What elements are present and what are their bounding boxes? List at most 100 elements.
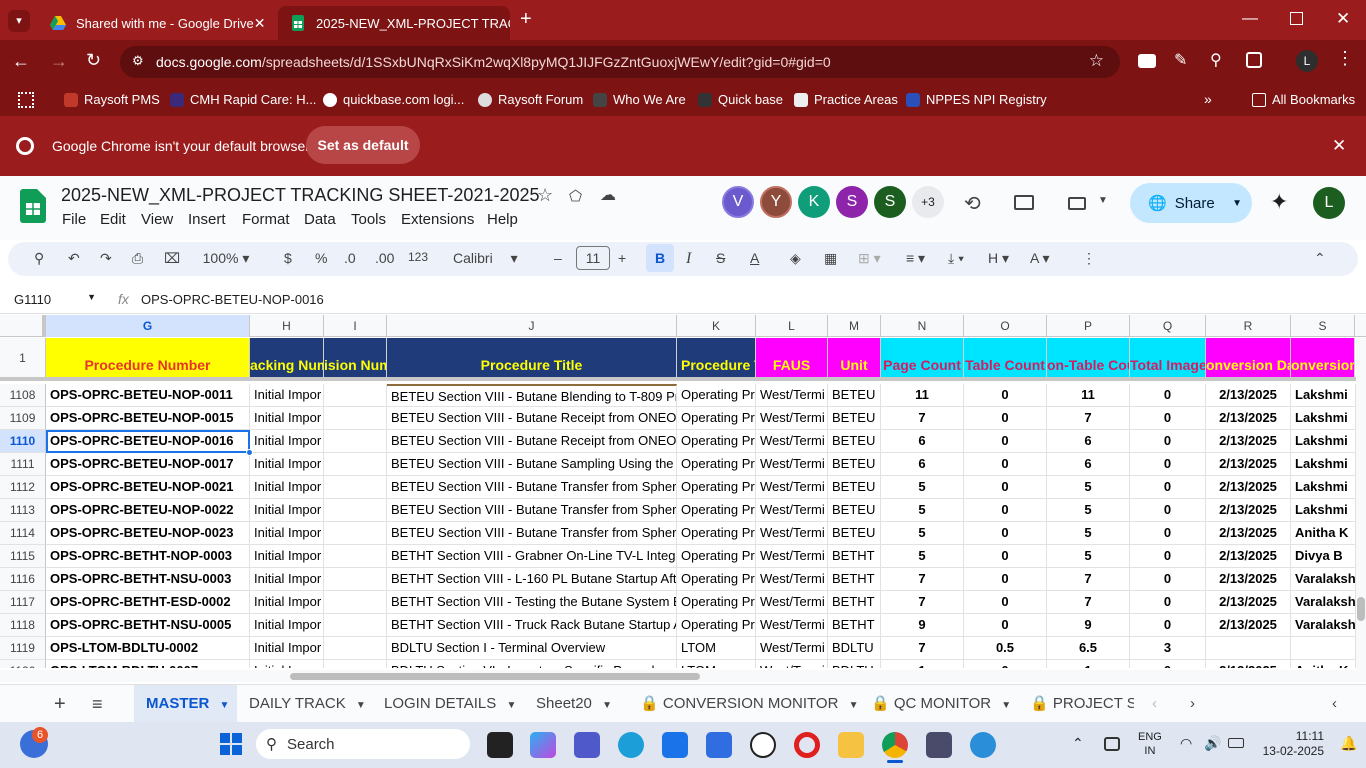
cell-revision-number[interactable] bbox=[324, 499, 387, 522]
cell-total-images[interactable]: 3 bbox=[1130, 637, 1206, 660]
font-select[interactable]: Calibri ▾ bbox=[453, 250, 533, 267]
collaborator-avatar[interactable]: K bbox=[798, 186, 830, 218]
chevron-down-icon[interactable]: ▼ bbox=[1001, 700, 1011, 711]
column-header-i[interactable]: I bbox=[324, 315, 387, 337]
cell-total-images[interactable]: 0 bbox=[1130, 522, 1206, 545]
cloud-status-icon[interactable]: ☁ bbox=[600, 185, 616, 205]
bookmark-who-we-are[interactable]: Who We Are bbox=[593, 92, 686, 107]
back-icon[interactable]: ← bbox=[12, 51, 30, 72]
merge-cells-icon[interactable]: ⊞ ▾ bbox=[858, 250, 881, 267]
column-header-j[interactable]: J bbox=[387, 315, 677, 337]
row-header[interactable]: 1113 bbox=[0, 499, 46, 522]
add-sheet-icon[interactable]: + bbox=[54, 685, 66, 723]
close-icon[interactable]: ✕ bbox=[254, 15, 266, 32]
sheets-logo-icon[interactable] bbox=[20, 189, 46, 223]
file-explorer-icon[interactable] bbox=[838, 732, 864, 758]
star-icon[interactable]: ☆ bbox=[537, 185, 553, 206]
formula-input[interactable]: OPS-OPRC-BETEU-NOP-0016 bbox=[141, 292, 324, 307]
cell-table-count[interactable]: 0 bbox=[964, 453, 1047, 476]
row-header[interactable]: 1108 bbox=[0, 384, 46, 407]
document-title[interactable]: 2025-NEW_XML-PROJECT TRACKING SHEET-2021… bbox=[61, 185, 540, 206]
cell-procedure-number[interactable]: OPS-OPRC-BETEU-NOP-0015 bbox=[46, 407, 250, 430]
column-header-m[interactable]: M bbox=[828, 315, 881, 337]
borders-icon[interactable]: ▦ bbox=[824, 250, 837, 267]
vertical-scroll-thumb[interactable] bbox=[1357, 597, 1365, 621]
collaborator-avatar[interactable]: S bbox=[874, 186, 906, 218]
menu-view[interactable]: View bbox=[141, 211, 173, 228]
cell-non-table-count[interactable]: 5 bbox=[1047, 545, 1130, 568]
cell-unit[interactable]: BETHT bbox=[828, 614, 881, 637]
undo-icon[interactable]: ↶ bbox=[68, 250, 80, 267]
zoom-icon[interactable]: ⚲ bbox=[1210, 50, 1222, 70]
header-total-images[interactable]: Total Images bbox=[1130, 338, 1206, 378]
new-tab-icon[interactable]: + bbox=[520, 8, 532, 31]
cell-total-images[interactable]: 0 bbox=[1130, 591, 1206, 614]
cell-procedure-type[interactable]: Operating Pr bbox=[677, 476, 756, 499]
cell-procedure-number[interactable]: OPS-OPRC-BETEU-NOP-0022 bbox=[46, 499, 250, 522]
cell-tracking-number[interactable]: Initial Impor bbox=[250, 476, 324, 499]
cell-conversion-date[interactable]: 2/13/2025 bbox=[1206, 522, 1291, 545]
cell-tracking-number[interactable]: Initial Impor bbox=[250, 614, 324, 637]
cell-conversion-by[interactable]: Anitha K bbox=[1291, 660, 1356, 668]
column-header-p[interactable]: P bbox=[1047, 315, 1130, 337]
chevron-down-icon[interactable]: ▼ bbox=[1232, 198, 1242, 209]
cell-revision-number[interactable] bbox=[324, 637, 387, 660]
more-menu-icon[interactable]: ⋮ bbox=[1336, 48, 1354, 69]
share-button[interactable]: 🌐 Share ▼ bbox=[1130, 183, 1252, 223]
cell-conversion-by[interactable]: Lakshmi bbox=[1291, 453, 1356, 476]
cell-non-table-count[interactable]: 9 bbox=[1047, 614, 1130, 637]
more-formats-button[interactable]: 123 bbox=[408, 250, 428, 264]
cell-non-table-count[interactable]: 7 bbox=[1047, 591, 1130, 614]
cell-table-count[interactable]: 0 bbox=[964, 614, 1047, 637]
cell-unit[interactable]: BETEU bbox=[828, 499, 881, 522]
cell-page-count[interactable]: 7 bbox=[881, 591, 964, 614]
cell-tracking-number[interactable]: Initial Impor bbox=[250, 568, 324, 591]
cell-table-count[interactable]: 0 bbox=[964, 476, 1047, 499]
vertical-align-icon[interactable]: ⤓ ▾ bbox=[948, 250, 964, 267]
close-infobar-icon[interactable]: ✕ bbox=[1332, 136, 1346, 156]
row-header[interactable]: 1118 bbox=[0, 614, 46, 637]
cell-procedure-type[interactable]: LTOM bbox=[677, 660, 756, 668]
cell-conversion-date[interactable]: 2/13/2025 bbox=[1206, 407, 1291, 430]
text-color-button[interactable]: A bbox=[750, 250, 759, 266]
cell-conversion-date[interactable]: 2/13/2025 bbox=[1206, 384, 1291, 407]
column-header-r[interactable]: R bbox=[1206, 315, 1291, 337]
cell-revision-number[interactable] bbox=[324, 522, 387, 545]
cell-tracking-number[interactable]: Initial Impor bbox=[250, 660, 324, 668]
cell-procedure-type[interactable]: Operating Pr bbox=[677, 545, 756, 568]
cell-total-images[interactable]: 0 bbox=[1130, 545, 1206, 568]
cell-unit[interactable]: BETHT bbox=[828, 568, 881, 591]
bookmark-quick-base[interactable]: Quick base bbox=[698, 92, 783, 107]
cell-tracking-number[interactable]: Initial Impor bbox=[250, 430, 324, 453]
cell-conversion-date[interactable]: 2/13/2025 bbox=[1206, 660, 1291, 668]
cell-conversion-date[interactable]: 2/13/2025 bbox=[1206, 476, 1291, 499]
cell-non-table-count[interactable]: 7 bbox=[1047, 568, 1130, 591]
cell-procedure-title[interactable]: BDLTU Section VI - Inventory Specific Pr… bbox=[387, 660, 677, 668]
cell-procedure-title[interactable]: BETEU Section VIII - Butane Sampling Usi… bbox=[387, 453, 677, 476]
cell-unit[interactable]: BETEU bbox=[828, 476, 881, 499]
row-header[interactable]: 1117 bbox=[0, 591, 46, 614]
menu-insert[interactable]: Insert bbox=[188, 211, 226, 228]
cell-procedure-number[interactable]: OPS-OPRC-BETEU-NOP-0021 bbox=[46, 476, 250, 499]
cell-faus[interactable]: West/Termi bbox=[756, 384, 828, 407]
cell-revision-number[interactable] bbox=[324, 407, 387, 430]
collaborator-avatar[interactable]: S bbox=[836, 186, 868, 218]
bookmark-raysoft-pms[interactable]: Raysoft PMS bbox=[64, 92, 160, 107]
cell-non-table-count[interactable]: 1 bbox=[1047, 660, 1130, 668]
redo-icon[interactable]: ↷ bbox=[100, 250, 112, 267]
clock[interactable]: 11:11 13-02-2025 bbox=[1260, 729, 1324, 759]
header-faus[interactable]: FAUS bbox=[756, 338, 828, 378]
cell-page-count[interactable]: 5 bbox=[881, 545, 964, 568]
notifications-icon[interactable]: 🔔 bbox=[1340, 735, 1357, 752]
dell-icon[interactable] bbox=[750, 732, 776, 758]
cell-non-table-count[interactable]: 6.5 bbox=[1047, 637, 1130, 660]
battery-icon[interactable] bbox=[1228, 738, 1244, 748]
cell-tracking-number[interactable]: Initial Impor bbox=[250, 499, 324, 522]
cell-conversion-date[interactable]: 2/13/2025 bbox=[1206, 591, 1291, 614]
bookmark-raysoft-forum[interactable]: Raysoft Forum bbox=[478, 92, 583, 107]
cell-faus[interactable]: West/Termi bbox=[756, 499, 828, 522]
cell-unit[interactable]: BETEU bbox=[828, 453, 881, 476]
cell-conversion-by[interactable] bbox=[1291, 637, 1356, 660]
sheet-tab-daily-track[interactable]: DAILY TRACK ▼ bbox=[249, 685, 366, 723]
row-header[interactable]: 1120 bbox=[0, 660, 46, 668]
